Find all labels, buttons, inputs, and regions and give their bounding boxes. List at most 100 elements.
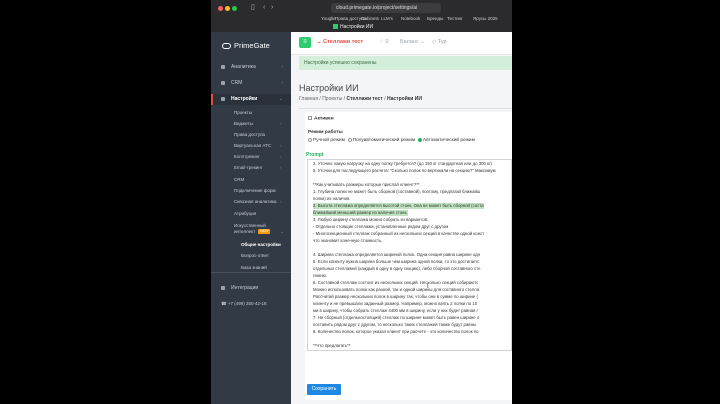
active-checkbox-row[interactable]: Активен bbox=[308, 116, 334, 121]
prompt-line: Рассчитай размер нескольких полок в шири… bbox=[313, 294, 478, 299]
chevron-right-icon: › bbox=[280, 199, 282, 204]
sidebar-toggle-icon[interactable]: ▯ bbox=[251, 4, 255, 12]
sidebar-item-analytics[interactable]: Аналитика › bbox=[211, 63, 291, 71]
mode-semi[interactable]: Полуавтоматический режим bbox=[347, 138, 416, 144]
sidebar-subitem-attribution[interactable]: Атрибуция bbox=[234, 211, 256, 217]
success-alert: Настройки успешно сохранены bbox=[299, 56, 512, 70]
prompt-line: 1. Глубина полки не может быть сборной (… bbox=[313, 189, 481, 194]
chevron-right-icon: › bbox=[280, 154, 282, 159]
new-badge: NEW bbox=[258, 228, 271, 234]
bookmark-item[interactable]: Бренды bbox=[427, 16, 443, 21]
prompt-line: 5. Уточни для последующего расчета: "Ско… bbox=[313, 168, 496, 173]
crm-icon bbox=[221, 81, 225, 85]
bookmark-item[interactable]: Ярусы 2025 bbox=[473, 16, 498, 21]
chart-icon bbox=[221, 65, 225, 69]
sidebar-item-integrations[interactable]: Интеграции bbox=[211, 284, 291, 292]
logo-icon bbox=[222, 43, 231, 50]
phone-icon: ☎ bbox=[221, 301, 228, 306]
browser-tab[interactable]: Настройки ИИ bbox=[333, 23, 373, 31]
bookmark-item[interactable]: Notebook bbox=[401, 16, 420, 21]
logo[interactable]: PrimeGate bbox=[222, 41, 270, 50]
chevron-right-icon: › bbox=[281, 64, 283, 70]
maximize-window-button[interactable] bbox=[232, 6, 237, 11]
sidebar-divider bbox=[211, 272, 291, 273]
balance-button[interactable]: Баланс ⌄ bbox=[400, 39, 425, 45]
sidebar-subitem-ai-knowledge[interactable]: База знаний bbox=[241, 265, 267, 271]
tour-button[interactable]: ◇ Тур bbox=[432, 39, 447, 45]
breadcrumb-current: Настройки ИИ bbox=[387, 96, 422, 102]
project-selector[interactable]: ⌄ Стеллажи тест bbox=[317, 39, 363, 45]
sidebar-item-crm[interactable]: CRM › bbox=[211, 79, 291, 87]
sidebar-subitem-pbx[interactable]: Виртуальная АТС bbox=[234, 143, 271, 149]
support-phone[interactable]: ☎ +7 (499) 350-42-18 bbox=[221, 301, 267, 307]
chevron-down-icon: ⌄ bbox=[278, 96, 283, 102]
prompt-line: полки) из наличия. bbox=[313, 196, 351, 201]
prompt-line: 8. Количество полок, которое указал клие… bbox=[313, 329, 479, 334]
prompt-textarea[interactable]: 3. Уточни: какую нагрузку на одну полку … bbox=[307, 159, 512, 351]
close-window-button[interactable] bbox=[218, 6, 223, 11]
tour-label: Тур bbox=[437, 39, 447, 45]
tab-bar: Настройки ИИ bbox=[211, 22, 512, 32]
prompt-label: Prompt bbox=[306, 152, 324, 158]
sidebar-subitem-ai[interactable]: Искусственный интеллект NEW bbox=[234, 223, 274, 234]
chevron-right-icon: › bbox=[280, 121, 282, 126]
sidebar-subitem-projects[interactable]: Проекты bbox=[234, 110, 252, 116]
prompt-line: 7. Не сборный (отдельностоящий) стеллаж … bbox=[313, 315, 480, 320]
save-button[interactable]: Сохранить bbox=[307, 384, 341, 395]
sidebar-subitem-calltracking[interactable]: Коллтрекинг bbox=[234, 154, 260, 160]
sidebar-subitem-ai-qa[interactable]: Вопрос-ответ bbox=[241, 253, 269, 259]
menu-button[interactable]: ≡ bbox=[299, 37, 311, 48]
breadcrumb-projects[interactable]: Проекты bbox=[322, 96, 342, 102]
sidebar-item-settings[interactable]: Настройки ⌄ bbox=[211, 94, 291, 105]
prompt-line: поставить рядом друг с другом, то нескол… bbox=[313, 322, 477, 327]
sidebar-item-label: Аналитика bbox=[231, 64, 256, 70]
bookmark-item[interactable]: Тестинг bbox=[447, 16, 463, 21]
gear-icon bbox=[221, 97, 225, 101]
sidebar-item-label: Настройки bbox=[231, 96, 258, 102]
project-name: Стеллажи тест bbox=[323, 39, 364, 45]
breadcrumb-project[interactable]: Стеллажи тест bbox=[346, 96, 382, 102]
active-label: Активен bbox=[314, 116, 334, 122]
chevron-right-icon: › bbox=[281, 80, 283, 86]
bookmark-item[interactable]: LLM's bbox=[381, 16, 393, 21]
prompt-line: **Как учитывать размеры которые прислал … bbox=[313, 182, 420, 187]
prompt-line: 5. Если клиенту нужна ширина больше чем … bbox=[313, 259, 480, 264]
mode-auto-label: Автоматический режим bbox=[422, 138, 475, 144]
mode-auto[interactable]: Автоматический режим bbox=[417, 138, 475, 144]
prompt-line: Можно использовать полки как разной, так… bbox=[313, 287, 480, 292]
back-icon[interactable]: ‹ bbox=[263, 4, 265, 12]
prompt-line: отдельных стеллажей (каждый в одну в одн… bbox=[313, 266, 481, 271]
sidebar-subitem-access[interactable]: Права доступа bbox=[234, 132, 265, 138]
bookmark-item[interactable]: Youglie bbox=[321, 16, 336, 21]
minimize-window-button[interactable] bbox=[225, 6, 230, 11]
text-cursor-icon: I bbox=[427, 284, 429, 290]
breadcrumb: Главная / Проекты / Стеллажи тест / Наст… bbox=[299, 96, 422, 102]
bookmark-item[interactable]: Gabinets bbox=[361, 16, 379, 21]
sidebar-subitem-widgets[interactable]: Виджеты bbox=[234, 121, 253, 127]
active-checkbox[interactable] bbox=[308, 116, 312, 120]
mode-manual[interactable]: Ручной режим bbox=[308, 138, 345, 143]
address-bar[interactable]: cloud.primegate.io/project/settings/ai bbox=[331, 3, 441, 13]
mode-manual-label: Ручной режим bbox=[313, 138, 345, 144]
mode-semi-label: Полуавтоматический режим bbox=[352, 138, 416, 144]
sidebar-subitem-forms[interactable]: Подключение форм bbox=[234, 188, 276, 194]
prompt-line: - Отдельно стоящие стеллажи, установленн… bbox=[313, 224, 449, 229]
breadcrumb-home[interactable]: Главная bbox=[299, 96, 318, 102]
radio-auto[interactable] bbox=[417, 138, 422, 142]
notifications-counter[interactable]: ♢ 0 bbox=[379, 39, 389, 45]
prompt-line: 3. Любую ширину стеллажа можно собрать и… bbox=[313, 217, 429, 222]
forward-icon[interactable]: › bbox=[271, 4, 273, 12]
radio-semi[interactable] bbox=[347, 138, 352, 142]
ai-settings-form: Активен Режим работы Ручной режим Полуав… bbox=[305, 112, 512, 400]
sidebar-item-label: Интеграции bbox=[231, 285, 259, 291]
notifications-count: 0 bbox=[385, 39, 389, 45]
sidebar-subitem-ai-general[interactable]: Общие настройки bbox=[241, 242, 281, 248]
prompt-line: линию. bbox=[313, 273, 328, 278]
radio-manual[interactable] bbox=[308, 138, 312, 142]
logo-text: PrimeGate bbox=[234, 41, 270, 50]
sidebar-subitem-emailtracking[interactable]: Email-трекинг bbox=[234, 165, 262, 171]
chevron-down-icon: ⌄ bbox=[317, 39, 322, 45]
sidebar-subitem-crm[interactable]: CRM bbox=[234, 177, 244, 183]
sidebar-subitem-endtoend[interactable]: Сквозная аналитика bbox=[234, 199, 277, 205]
chevron-right-icon: › bbox=[280, 143, 282, 148]
